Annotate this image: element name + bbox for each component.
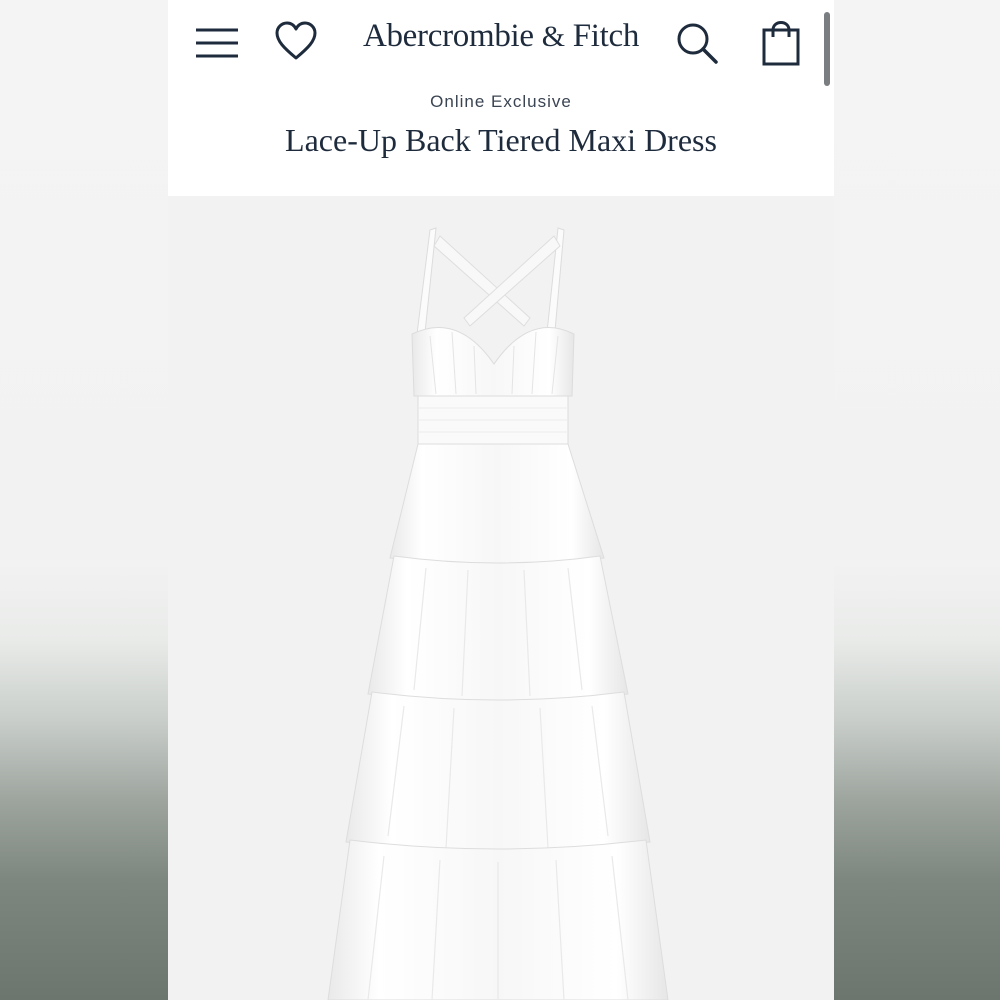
background-left-edge (0, 0, 168, 1000)
brand-name: Abercrombie (362, 18, 534, 54)
brand-ampersand: & (541, 20, 565, 53)
white-tiered-maxi-dress-photo (327, 227, 669, 1000)
product-image[interactable] (168, 196, 834, 1000)
brand-name-2: Fitch (572, 18, 640, 54)
site-header: Abercrombie & Fitch (168, 0, 834, 86)
phone-screen: Abercrombie & Fitch Online Exclusive Lac… (168, 0, 834, 1000)
hamburger-menu-icon[interactable] (194, 22, 240, 62)
scrollbar-thumb[interactable] (824, 12, 830, 86)
shopping-bag-icon[interactable] (759, 16, 803, 68)
online-exclusive-label: Online Exclusive (430, 92, 572, 111)
heart-icon[interactable] (274, 20, 318, 64)
search-icon[interactable] (674, 20, 720, 66)
background-right-edge (834, 0, 1000, 1000)
product-title: Lace-Up Back Tiered Maxi Dress (285, 122, 717, 158)
brand-logo[interactable]: Abercrombie & Fitch (318, 18, 684, 55)
